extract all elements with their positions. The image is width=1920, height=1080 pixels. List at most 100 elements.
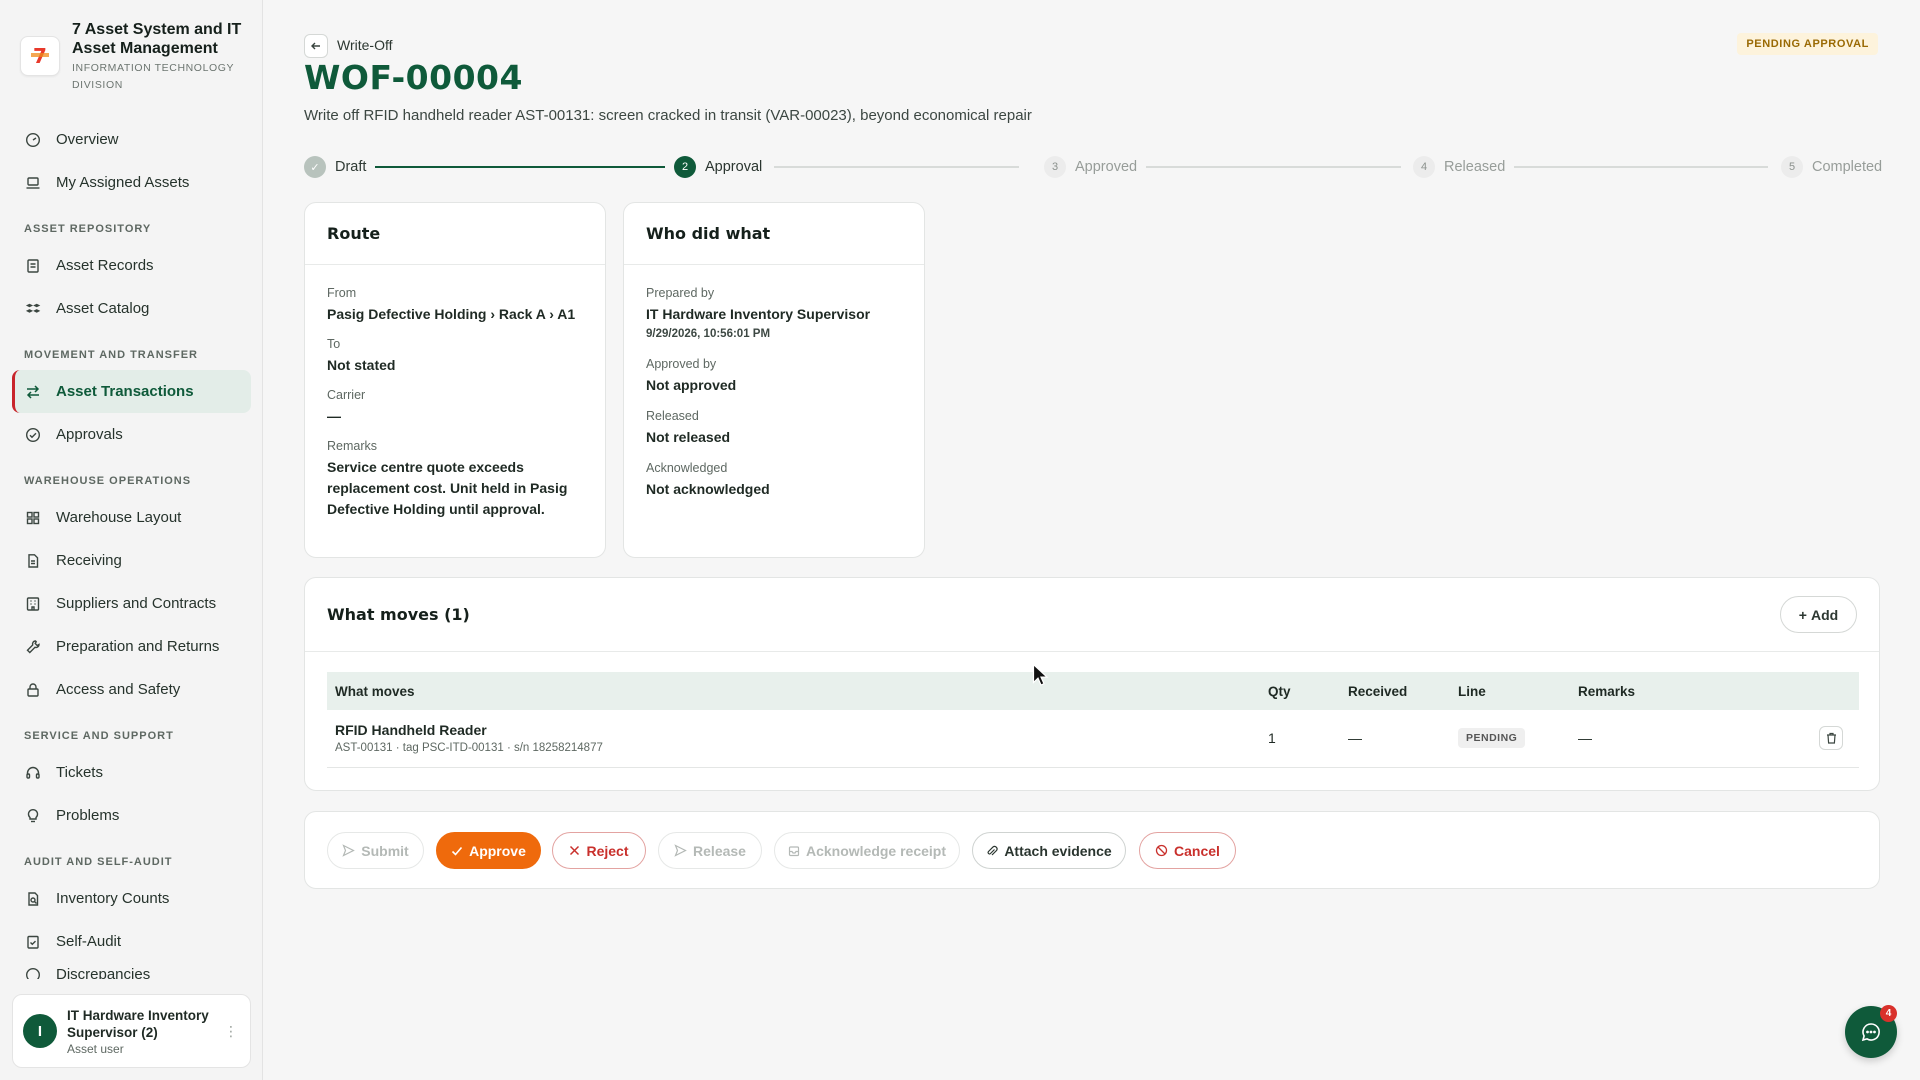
field-label: To: [327, 337, 341, 351]
cell-actions: [1790, 710, 1859, 768]
sidebar-item-label: Discrepancies: [56, 966, 151, 979]
step-draft: ✓ Draft: [304, 156, 366, 178]
alert-icon: [24, 966, 42, 979]
cell-item: RFID Handheld Reader AST-00131 · tag PSC…: [327, 710, 1260, 768]
route-remarks: Remarks Service centre quote exceeds rep…: [305, 439, 605, 520]
sidebar-item-problems[interactable]: Problems: [12, 794, 251, 837]
section-asset-repository: ASSET REPOSITORY: [24, 223, 152, 235]
document-icon: [24, 552, 42, 570]
boxes-icon: [24, 300, 42, 318]
attach-evidence-button[interactable]: Attach evidence: [972, 832, 1126, 869]
gauge-icon: [24, 131, 42, 149]
chat-notification-badge: 4: [1880, 1005, 1897, 1022]
sidebar-item-my-assets[interactable]: My Assigned Assets: [12, 161, 251, 204]
workflow-stepper: ✓ Draft 2 Approval 3 Approved 4 Released…: [304, 156, 1882, 178]
brand: 7 7 Asset System and IT Asset Management…: [20, 20, 247, 94]
route-card: Route From Pasig Defective Holding › Rac…: [304, 202, 606, 558]
approve-button[interactable]: Approve: [436, 832, 541, 869]
step-number: 2: [674, 156, 696, 178]
sidebar-item-receiving[interactable]: Receiving: [12, 539, 251, 582]
action-bar: Submit Approve Reject Release Acknowledg…: [304, 811, 1880, 889]
inbox-icon: [788, 845, 800, 856]
sidebar-item-tickets[interactable]: Tickets: [12, 751, 251, 794]
sidebar-item-asset-transactions[interactable]: Asset Transactions: [12, 370, 251, 413]
sidebar-item-inventory-counts[interactable]: Inventory Counts: [12, 877, 251, 920]
app-logo[interactable]: 7: [20, 36, 60, 76]
field-value: Pasig Defective Holding › Rack A › A1: [327, 306, 576, 322]
list-icon: [24, 257, 42, 275]
field-value: —: [327, 408, 341, 424]
item-identifiers: AST-00131 · tag PSC-ITD-00131 · s/n 1825…: [335, 742, 603, 755]
section-service: SERVICE AND SUPPORT: [24, 730, 174, 742]
lightbulb-icon: [24, 807, 42, 825]
delete-line-button[interactable]: [1819, 726, 1843, 751]
check-circle-icon: [24, 426, 42, 444]
reject-button[interactable]: Reject: [552, 832, 646, 869]
laptop-icon: [24, 174, 42, 192]
field-value: Not approved: [646, 377, 737, 393]
sidebar-item-suppliers[interactable]: Suppliers and Contracts: [12, 582, 251, 625]
sidebar-item-prep-returns[interactable]: Preparation and Returns: [12, 625, 251, 668]
kebab-menu-icon[interactable]: ⋮: [224, 1023, 238, 1040]
user-card[interactable]: I IT Hardware Inventory Supervisor (2) A…: [12, 994, 251, 1068]
paperclip-icon: [987, 845, 998, 855]
chat-bubble-icon: [1861, 1023, 1880, 1042]
card-title: Route: [305, 203, 605, 265]
col-what-moves: What moves: [335, 683, 415, 699]
table-header-row: What moves Qty Received Line Remarks: [327, 672, 1859, 710]
sidebar-item-discrepancies[interactable]: Discrepancies: [12, 963, 251, 979]
step-label: Draft: [335, 159, 367, 175]
release-button[interactable]: Release: [658, 832, 762, 869]
step-label: Released: [1444, 159, 1506, 175]
stepper-connector: [774, 166, 1019, 168]
table-row[interactable]: RFID Handheld Reader AST-00131 · tag PSC…: [327, 710, 1859, 768]
sidebar-item-label: Self-Audit: [56, 933, 122, 950]
sidebar-nav: Overview My Assigned Assets ASSET REPOSI…: [12, 118, 251, 979]
sidebar-item-overview[interactable]: Overview: [12, 118, 251, 161]
step-approved: 3 Approved: [1044, 156, 1137, 178]
add-line-button[interactable]: + Add: [1780, 596, 1857, 633]
sidebar-item-label: Asset Catalog: [56, 300, 150, 317]
sidebar-item-label: Problems: [56, 807, 120, 824]
sidebar-item-asset-records[interactable]: Asset Records: [12, 244, 251, 287]
headset-icon: [24, 764, 42, 782]
sidebar-item-access-safety[interactable]: Access and Safety: [12, 668, 251, 711]
step-completed: 5 Completed: [1781, 156, 1882, 178]
sidebar-item-label: Asset Records: [56, 257, 154, 274]
card-title: What moves (1): [305, 578, 1879, 652]
avatar: I: [23, 1014, 57, 1048]
sidebar-item-warehouse-layout[interactable]: Warehouse Layout: [12, 496, 251, 539]
card-title: Who did what: [624, 203, 924, 265]
sidebar: 7 7 Asset System and IT Asset Management…: [0, 0, 263, 1080]
cell-qty: 1: [1260, 710, 1340, 768]
sidebar-item-self-audit[interactable]: Self-Audit: [12, 920, 251, 963]
arrow-left-icon: [311, 42, 320, 50]
submit-button[interactable]: Submit: [327, 832, 424, 869]
field-label: Remarks: [327, 439, 378, 453]
user-role: Asset user: [67, 1041, 124, 1056]
step-label: Approved: [1075, 159, 1138, 175]
lock-icon: [24, 681, 42, 699]
field-timestamp: 9/29/2026, 10:56:01 PM: [646, 328, 771, 340]
cancel-button[interactable]: Cancel: [1139, 832, 1236, 869]
logo-mark: 7: [31, 44, 49, 68]
sidebar-item-approvals[interactable]: Approvals: [12, 413, 251, 456]
back-button[interactable]: [304, 34, 328, 58]
field-label: Approved by: [646, 357, 717, 371]
sidebar-item-asset-catalog[interactable]: Asset Catalog: [12, 287, 251, 330]
check-icon: [452, 846, 463, 856]
close-icon: [570, 845, 580, 856]
col-qty: Qty: [1268, 683, 1291, 699]
mouse-cursor-icon: [1032, 663, 1049, 686]
stepper-connector: [1146, 166, 1401, 168]
clipboard-check-icon: [24, 933, 42, 951]
breadcrumb: Write-Off: [337, 37, 393, 53]
cell-remarks: —: [1570, 710, 1790, 768]
acknowledge-receipt-button[interactable]: Acknowledge receipt: [774, 832, 960, 869]
col-remarks: Remarks: [1578, 683, 1636, 699]
sidebar-item-label: Access and Safety: [56, 681, 181, 698]
button-label: Approve: [469, 842, 526, 859]
step-label: Completed: [1812, 159, 1883, 175]
step-label: Approval: [705, 159, 763, 175]
ban-icon: [1155, 844, 1168, 857]
